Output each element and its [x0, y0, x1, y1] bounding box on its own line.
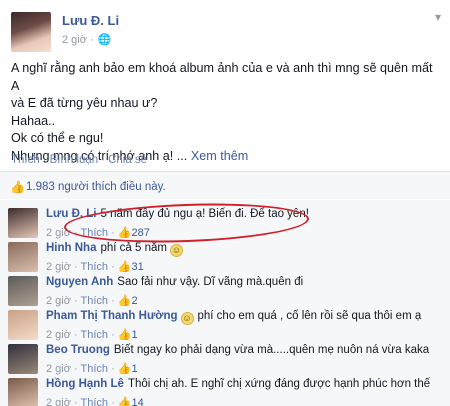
post-line: và E đã từng yêu nhau ư? — [11, 96, 158, 110]
comment-text: Biết ngay ko phải dạng vừa mà.....quên m… — [113, 344, 430, 356]
comment-like-count[interactable]: 14 — [132, 397, 144, 406]
comment-text: Thôi chị ah. E nghĩ chị xứng đáng được h… — [127, 378, 431, 390]
comment-like-link[interactable]: Thích — [81, 227, 109, 239]
comment-text: phí cho em quá , cố lên rồi sẽ qua thôi … — [197, 310, 422, 322]
post-author-name[interactable]: Lưu Đ. Li — [62, 13, 119, 28]
comment-author-name[interactable]: Beo Truong — [46, 344, 110, 356]
author-avatar[interactable] — [11, 12, 51, 52]
comment-meta: 2 giờ · Thích · 👍1 — [46, 363, 138, 375]
comment-meta: 2 giờ · Thích · 👍31 — [46, 261, 144, 273]
commenter-avatar[interactable] — [8, 378, 38, 406]
post-line: Ok có thể e ngu! — [11, 131, 104, 145]
comment-text: Sao fải như vậy. Dĩ vãng mà.quên đi — [117, 276, 304, 288]
comment-time[interactable]: 2 giờ — [46, 363, 71, 375]
comment-text: phí cả 5 năm — [100, 242, 167, 254]
comment-time[interactable]: 2 giờ — [46, 295, 71, 307]
thumbs-up-icon: 👍 — [117, 329, 132, 341]
thumbs-up-icon: 👍 — [10, 180, 25, 194]
thumbs-up-icon: 👍 — [117, 227, 132, 239]
commenter-avatar[interactable] — [8, 242, 38, 272]
thumbs-up-icon: 👍 — [117, 397, 132, 406]
commenter-avatar[interactable] — [8, 310, 38, 340]
commenter-avatar[interactable] — [8, 344, 38, 374]
thumbs-up-icon: 👍 — [117, 261, 132, 273]
comment-like-link[interactable]: Thích — [81, 261, 109, 273]
comment-author-name[interactable]: Lưu Đ. Li — [46, 208, 97, 220]
comment-text: 5 năm đầy đủ ngu ạ! Biến đi. Để tao yên! — [100, 208, 309, 220]
post-time[interactable]: 2 giờ · 🌐 — [62, 33, 111, 46]
smile-emoji-icon: ☺ — [169, 244, 183, 257]
comment-meta: 2 giờ · Thích · 👍14 — [46, 396, 144, 406]
comment-author[interactable]: Hồng Hạnh Lê Thôi chị ah. E nghĩ chị xứng… — [46, 378, 430, 390]
comment-author[interactable]: Pham Thị Thanh Hường ☺ phí cho em quá , cố… — [46, 310, 421, 325]
comment-author[interactable]: Beo Truong Biết ngay ko phải dạng vừa mà.… — [46, 344, 429, 356]
comment-like-count[interactable]: 1 — [132, 329, 138, 341]
comment-like-count[interactable]: 287 — [132, 227, 150, 239]
comment-author[interactable]: Hinh Nha phí cả 5 năm ☺ — [46, 242, 183, 257]
chevron-down-icon[interactable]: ▾ — [435, 10, 441, 24]
comment-time[interactable]: 2 giờ — [46, 227, 71, 239]
share-link[interactable]: Chia sẻ — [108, 154, 147, 166]
comment-like-link[interactable]: Thích — [81, 397, 109, 406]
thumbs-up-icon: 👍 — [117, 363, 132, 375]
comments-list: Lưu Đ. Li 5 năm đầy đủ ngu ạ! Biến đi. Để… — [0, 200, 450, 406]
see-more-link[interactable]: Xem thêm — [191, 149, 248, 163]
comment-like-count[interactable]: 1 — [132, 363, 138, 375]
comment-author[interactable]: Nguyen Anh Sao fải như vậy. Dĩ vãng mà.qu… — [46, 276, 303, 288]
comment-author-name[interactable]: Hồng Hạnh Lê — [46, 378, 124, 390]
comment-item: Pham Thị Thanh Hường ☺ phí cho em quá , cố… — [8, 310, 448, 348]
post-actions: Thích · Bình luận · Chia sẻ — [11, 154, 148, 166]
commenter-avatar[interactable] — [8, 208, 38, 238]
globe-icon: 🌐 — [97, 34, 112, 46]
comment-like-link[interactable]: Thích — [81, 295, 109, 307]
comment-time[interactable]: 2 giờ — [46, 397, 71, 406]
comment-time[interactable]: 2 giờ — [46, 261, 71, 273]
comment-like-link[interactable]: Thích — [81, 363, 109, 375]
comment-item: Nguyen Anh Sao fải như vậy. Dĩ vãng mà.qu… — [8, 276, 448, 314]
comment-item: Hồng Hạnh Lê Thôi chị ah. E nghĩ chị xứng… — [8, 378, 448, 406]
comment-time[interactable]: 2 giờ — [46, 329, 71, 341]
comment-item: Beo Truong Biết ngay ko phải dạng vừa mà.… — [8, 344, 448, 382]
post-header: Lưu Đ. Li 2 giờ · 🌐 ▾ — [11, 10, 441, 52]
comment-meta: 2 giờ · Thích · 👍1 — [46, 329, 138, 341]
post-line: A nghĩ rằng anh bảo em khoá album ảnh củ… — [11, 61, 433, 93]
smile-emoji-icon: ☺ — [180, 312, 194, 325]
comment-item: Lưu Đ. Li 5 năm đầy đủ ngu ạ! Biến đi. Để… — [8, 208, 448, 246]
comment-author-name[interactable]: Pham Thị Thanh Hường — [46, 310, 178, 322]
comment-like-count[interactable]: 2 — [132, 295, 138, 307]
comment-author[interactable]: Lưu Đ. Li 5 năm đầy đủ ngu ạ! Biến đi. Để… — [46, 208, 309, 220]
post-line: Hahaa.. — [11, 113, 56, 128]
like-link[interactable]: Thích — [11, 154, 40, 166]
likes-count[interactable]: 1.983 người thích điều này. — [26, 181, 166, 193]
comment-meta: 2 giờ · Thích · 👍2 — [46, 295, 138, 307]
post-text: A nghĩ rằng anh bảo em khoá album ảnh củ… — [11, 60, 441, 165]
comment-meta: 2 giờ · Thích · 👍287 — [46, 227, 150, 239]
comment-link[interactable]: Bình luận — [50, 154, 99, 166]
comment-author-name[interactable]: Nguyen Anh — [46, 276, 113, 288]
likes-bar: 👍 1.983 người thích điều này. — [0, 171, 450, 199]
comment-author-name[interactable]: Hinh Nha — [46, 242, 96, 254]
comment-like-count[interactable]: 31 — [132, 261, 144, 273]
commenter-avatar[interactable] — [8, 276, 38, 306]
comment-like-link[interactable]: Thích — [81, 329, 109, 341]
comment-item: Hinh Nha phí cả 5 năm ☺ 2 giờ · Thích · 👍3… — [8, 242, 448, 280]
post-time-text[interactable]: 2 giờ · — [62, 34, 94, 46]
thumbs-up-icon: 👍 — [117, 295, 132, 307]
